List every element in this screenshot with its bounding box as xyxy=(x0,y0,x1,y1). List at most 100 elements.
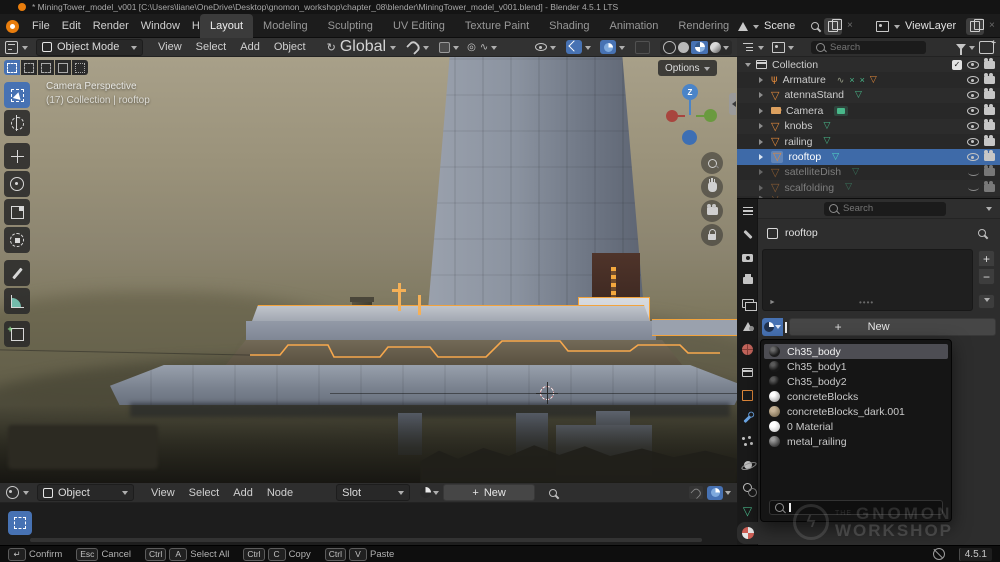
material-item[interactable]: concreteBlocks xyxy=(764,389,948,404)
outliner-search[interactable]: Search xyxy=(811,41,926,54)
scene-name[interactable]: Scene xyxy=(764,20,806,32)
region-collapse-handle[interactable] xyxy=(729,93,736,115)
properties-search[interactable]: Search xyxy=(824,202,946,216)
outliner-display-mode[interactable] xyxy=(772,42,794,53)
editor-type-icon[interactable] xyxy=(5,41,18,54)
select-subtract-icon[interactable] xyxy=(38,60,54,75)
tool-measure[interactable] xyxy=(4,288,30,314)
properties-editor-icon[interactable] xyxy=(737,199,758,223)
browse-material-button[interactable] xyxy=(762,318,783,336)
shading-solid-icon[interactable] xyxy=(678,42,689,53)
tab-sculpting[interactable]: Sculpting xyxy=(318,14,383,38)
hide-eye-icon[interactable] xyxy=(967,76,979,84)
vp-menu-view[interactable]: View xyxy=(153,41,187,53)
tab-layout[interactable]: Layout xyxy=(200,14,253,38)
outliner-editor-icon[interactable] xyxy=(743,42,754,52)
tab-shading[interactable]: Shading xyxy=(539,14,599,38)
tab-render[interactable] xyxy=(737,246,758,269)
outliner-row-atennastand[interactable]: ▽ atennaStand ▽ xyxy=(737,88,1000,103)
material-item[interactable]: 0 Material xyxy=(764,419,948,434)
snapping-dropdown[interactable] xyxy=(408,42,429,53)
tab-collection-props[interactable] xyxy=(737,361,758,384)
transform-orientation-dropdown[interactable]: ↻Global xyxy=(327,38,396,56)
shading-material-icon[interactable] xyxy=(691,41,708,54)
proportional-falloff-icon[interactable]: ◎ xyxy=(467,42,476,53)
new-scene-button[interactable] xyxy=(824,18,842,35)
row-label[interactable]: Collection xyxy=(772,59,818,71)
select-set-icon[interactable] xyxy=(4,60,20,75)
tab-modeling[interactable]: Modeling xyxy=(253,14,318,38)
blender-menu-icon[interactable] xyxy=(6,20,19,33)
material-item[interactable]: Ch35_body1 xyxy=(764,359,948,374)
shader-pin-icon[interactable] xyxy=(547,487,558,498)
pin-id-icon[interactable] xyxy=(976,227,987,238)
tool-add-cube[interactable]: + xyxy=(4,321,30,347)
outliner-row-knobs[interactable]: ▽ knobs ▽ xyxy=(737,119,1000,134)
row-label[interactable]: Camera xyxy=(786,105,823,117)
list-expand-icon[interactable]: ► xyxy=(769,299,776,306)
row-label[interactable]: railing xyxy=(784,136,812,148)
outliner-row-railing[interactable]: ▽ railing ▽ xyxy=(737,134,1000,149)
shader-scrollbar[interactable] xyxy=(30,538,702,542)
breadcrumb-object-name[interactable]: rooftop xyxy=(785,227,818,239)
material-slot-list[interactable]: ► •••• xyxy=(762,249,973,311)
gizmo-minus-z-axis[interactable] xyxy=(682,130,697,145)
material-item[interactable]: metal_railing xyxy=(764,434,948,449)
tool-scale[interactable] xyxy=(4,199,30,225)
shader-editor-icon[interactable] xyxy=(6,486,19,499)
row-label[interactable]: rooftop xyxy=(788,151,821,163)
row-label[interactable]: Armature xyxy=(783,74,826,86)
shading-dropdown-icon[interactable] xyxy=(723,46,729,53)
visibility-dropdown[interactable] xyxy=(535,42,556,53)
tool-transform[interactable] xyxy=(4,227,30,253)
outliner-row-armature[interactable]: ψ Armature ∿ × × ▽ xyxy=(737,72,1000,87)
tool-select-box[interactable] xyxy=(4,82,30,108)
tab-modifiers[interactable] xyxy=(737,407,758,430)
tab-view-layer[interactable] xyxy=(737,292,758,315)
tab-object[interactable] xyxy=(737,384,758,407)
row-label[interactable]: knobs xyxy=(784,120,812,132)
shader-new-material-button[interactable]: +New xyxy=(443,484,535,501)
add-slot-button[interactable]: + xyxy=(978,250,995,267)
render-visibility-icon[interactable] xyxy=(984,76,995,84)
falloff-curve-dropdown[interactable]: ∿ xyxy=(480,42,497,53)
sh-menu-add[interactable]: Add xyxy=(228,487,258,499)
shading-wireframe-icon[interactable] xyxy=(663,41,676,54)
popup-search-field[interactable] xyxy=(769,500,943,515)
scene-selector[interactable]: Scene × xyxy=(738,17,853,35)
tab-tool[interactable] xyxy=(737,223,758,246)
render-visibility-icon[interactable] xyxy=(984,138,995,146)
outliner-row-collection[interactable]: Collection ✓ xyxy=(737,57,1000,72)
shading-rendered-icon[interactable] xyxy=(710,42,721,53)
gizmo-z-axis[interactable]: Z xyxy=(682,84,698,100)
hide-eye-icon[interactable] xyxy=(967,91,979,99)
gizmos-toggle[interactable] xyxy=(566,40,591,54)
outliner-row-satellitedish[interactable]: ▽ satelliteDish ▽ xyxy=(737,165,1000,180)
render-visibility-icon[interactable] xyxy=(984,153,995,161)
row-label[interactable]: satelliteDish xyxy=(784,166,841,178)
sh-menu-node[interactable]: Node xyxy=(262,487,298,499)
viewport-canvas[interactable]: Camera Perspective (17) Collection | roo… xyxy=(0,57,737,483)
select-intersect-icon[interactable] xyxy=(72,60,88,75)
tool-move[interactable] xyxy=(4,143,30,169)
scene-deck-top[interactable] xyxy=(252,305,650,321)
tab-animation[interactable]: Animation xyxy=(600,14,669,38)
pin-icon[interactable] xyxy=(809,20,820,31)
tab-constraints[interactable] xyxy=(737,476,758,499)
sh-menu-select[interactable]: Select xyxy=(184,487,225,499)
proportional-editing-dropdown[interactable] xyxy=(439,42,459,53)
hide-eye-icon[interactable] xyxy=(967,61,979,69)
tab-material-active[interactable] xyxy=(737,522,758,544)
menu-window[interactable]: Window xyxy=(136,20,185,32)
hide-eye-icon[interactable] xyxy=(967,138,979,146)
pan-hand-button[interactable] xyxy=(701,176,723,198)
collection-checkbox[interactable]: ✓ xyxy=(952,60,962,70)
sh-menu-view[interactable]: View xyxy=(146,487,180,499)
new-viewlayer-button[interactable] xyxy=(966,18,984,35)
mode-dropdown[interactable]: Object Mode xyxy=(36,39,143,56)
tab-physics[interactable] xyxy=(737,453,758,476)
hidden-eye-icon[interactable] xyxy=(968,169,979,176)
outliner-row-rooftop-selected[interactable]: ▽ rooftop ▽ xyxy=(737,149,1000,164)
tool-annotate[interactable] xyxy=(4,260,30,286)
tab-output[interactable] xyxy=(737,269,758,292)
